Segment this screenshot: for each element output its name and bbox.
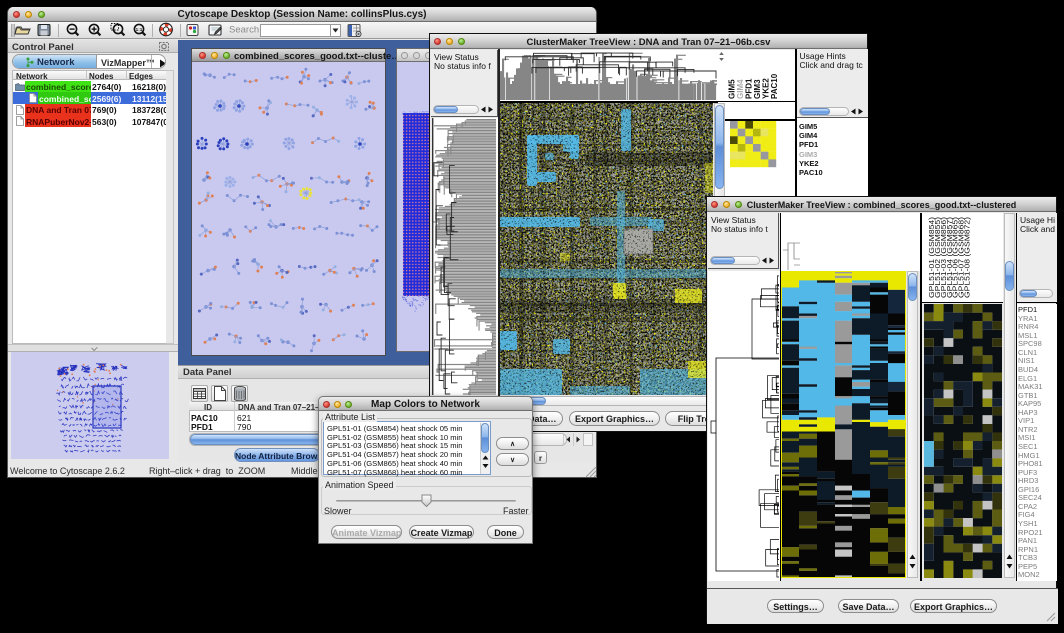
svg-text:1:1: 1:1 bbox=[136, 27, 143, 32]
svg-text:PAC10: PAC10 bbox=[770, 73, 779, 99]
svg-text:GPL51-08 (GSM872): GPL51-08 (GSM872) bbox=[963, 216, 972, 298]
svg-text:Search:: Search: bbox=[229, 25, 262, 36]
